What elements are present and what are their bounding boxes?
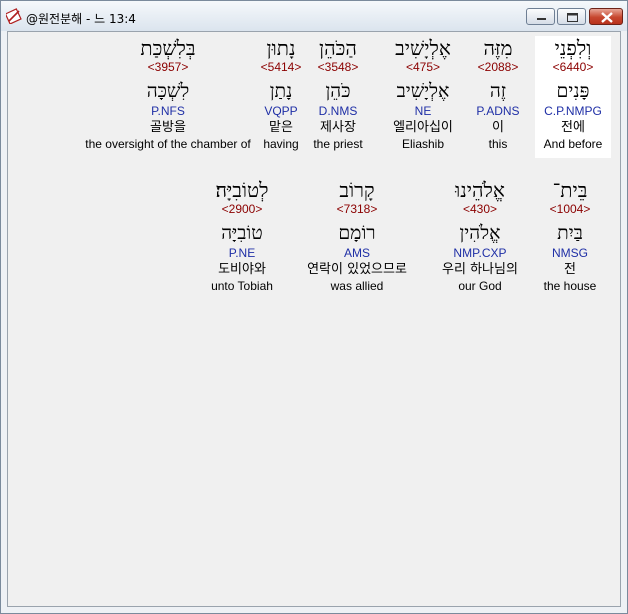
korean-gloss: 맡은 — [269, 120, 293, 135]
word-column[interactable]: מִזֶּה <2088> זֶה P.ADNS 이 this — [470, 36, 526, 158]
strong-number-link[interactable]: <430> — [430, 202, 530, 217]
english-gloss: was allied — [330, 279, 384, 293]
title-bar[interactable]: @원전분해 - 느 13:4 — [1, 1, 627, 31]
korean-gloss: 엘리아십이 — [393, 120, 453, 135]
minimize-icon — [537, 18, 546, 20]
lemma-word: נָתַן — [269, 80, 293, 102]
morphology-code: P.ADNS — [476, 104, 520, 118]
lemma-word: טוֹבִיָּה — [221, 222, 263, 244]
korean-gloss: 제사장 — [320, 120, 356, 135]
strong-number-link[interactable]: <2088> — [470, 60, 526, 75]
app-window: @원전분해 - 느 13:4 וְלִפְנֵי <6440> פָּנִים C.P… — [0, 0, 628, 614]
word-column[interactable]: נָתוּן <5414> נָתַן VQPP 맡은 having — [258, 36, 304, 158]
hebrew-word: אֶלְיָשִׁיב — [395, 36, 451, 60]
word-column[interactable]: וְלִפְנֵי <6440> פָּנִים C.P.NMPG 전에 And befo… — [535, 36, 611, 158]
korean-gloss: 전에 — [561, 120, 585, 135]
bible-app-icon — [6, 8, 22, 24]
morphology-code: NMSG — [552, 246, 588, 260]
english-gloss: the oversight of the chamber of — [85, 137, 251, 151]
minimize-button[interactable] — [526, 8, 555, 25]
lemma-word: אֶלְיָשִׁיב — [396, 80, 450, 102]
korean-gloss: 이 — [492, 120, 504, 135]
morphology-code: C.P.NMPG — [544, 104, 602, 118]
morphology-code: P.NE — [228, 246, 256, 260]
hebrew-word: בְּלִשְׁכַּת — [140, 36, 196, 60]
korean-gloss: 도비야와 — [218, 262, 266, 277]
strong-number-link[interactable]: <7318> — [292, 202, 422, 217]
korean-gloss: 우리 하나님의 — [442, 262, 518, 277]
close-icon — [601, 12, 613, 23]
lemma-word: בַּיִת — [557, 222, 583, 244]
hebrew-word: הַכֹּהֵן — [319, 36, 357, 60]
english-gloss: this — [488, 137, 508, 151]
hebrew-word: אֱלֹהֵינוּ — [455, 178, 505, 202]
lemma-word: לִשְׁכָּה — [146, 80, 190, 102]
word-column[interactable]: אֶלְיָשִׁיב <475> אֶלְיָשִׁיב NE 엘리아십이 Eliash… — [386, 36, 460, 158]
english-gloss: our God — [458, 279, 502, 293]
hebrew-word: נָתוּן — [266, 36, 296, 60]
lemma-word: זֶה — [489, 80, 507, 102]
strong-number-link[interactable]: <3957> — [78, 60, 258, 75]
morphology-code: D.NMS — [318, 104, 358, 118]
verse-analysis-panel[interactable]: וְלִפְנֵי <6440> פָּנִים C.P.NMPG 전에 And befo… — [7, 31, 621, 607]
strong-number-link[interactable]: <6440> — [535, 60, 611, 75]
word-column[interactable]: בֵּית־ <1004> בַּיִת NMSG 전 the house — [537, 178, 603, 300]
hebrew-word: וְלִפְנֵי — [554, 36, 592, 60]
english-gloss: And before — [543, 137, 603, 151]
morphology-code: NMP.CXP — [453, 246, 507, 260]
word-column[interactable]: לְטוֹבִיָּה׃ <2900> טוֹבִיָּה P.NE 도비야와 unto … — [202, 178, 282, 300]
english-gloss: the house — [543, 279, 597, 293]
lemma-word: כֹּהֵן — [325, 80, 351, 102]
english-gloss: Eliashib — [401, 137, 445, 151]
hebrew-word: בֵּית־ — [552, 178, 588, 202]
lemma-word: פָּנִים — [556, 80, 590, 102]
lemma-word: אֱלֹהִין — [459, 222, 501, 244]
maximize-icon — [567, 13, 578, 22]
strong-number-link[interactable]: <5414> — [258, 60, 304, 75]
maximize-button[interactable] — [557, 8, 586, 25]
close-button[interactable] — [589, 8, 623, 25]
english-gloss: the priest — [313, 137, 363, 151]
korean-gloss: 연락이 있었으므로 — [307, 262, 407, 277]
strong-number-link[interactable]: <3548> — [297, 60, 379, 75]
strong-number-link[interactable]: <1004> — [537, 202, 603, 217]
lemma-word: רוֹמָם — [338, 222, 376, 244]
hebrew-word: קָרוֹב — [339, 178, 375, 202]
english-gloss: having — [263, 137, 299, 151]
english-gloss: unto Tobiah — [211, 279, 273, 293]
morphology-code: AMS — [343, 246, 370, 260]
hebrew-word: מִזֶּה — [483, 36, 513, 60]
morphology-code: VQPP — [264, 104, 298, 118]
strong-number-link[interactable]: <2900> — [202, 202, 282, 217]
word-column[interactable]: אֱלֹהֵינוּ <430> אֱלֹהִין NMP.CXP 우리 하나님의 our… — [430, 178, 530, 300]
morphology-code: P.NFS — [151, 104, 185, 118]
word-column[interactable]: הַכֹּהֵן <3548> כֹּהֵן D.NMS 제사장 the priest — [297, 36, 379, 158]
strong-number-link[interactable]: <475> — [386, 60, 460, 75]
korean-gloss: 전 — [564, 262, 576, 277]
word-column[interactable]: קָרוֹב <7318> רוֹמָם AMS 연락이 있었으므로 was allied — [292, 178, 422, 300]
morphology-code: NE — [414, 104, 432, 118]
korean-gloss: 골방을 — [150, 120, 186, 135]
word-column[interactable]: בְּלִשְׁכַּת <3957> לִשְׁכָּה P.NFS 골방을 the o… — [78, 36, 258, 158]
hebrew-word: לְטוֹבִיָּה׃ — [215, 178, 269, 202]
window-title: @원전분해 - 느 13:4 — [26, 12, 136, 26]
